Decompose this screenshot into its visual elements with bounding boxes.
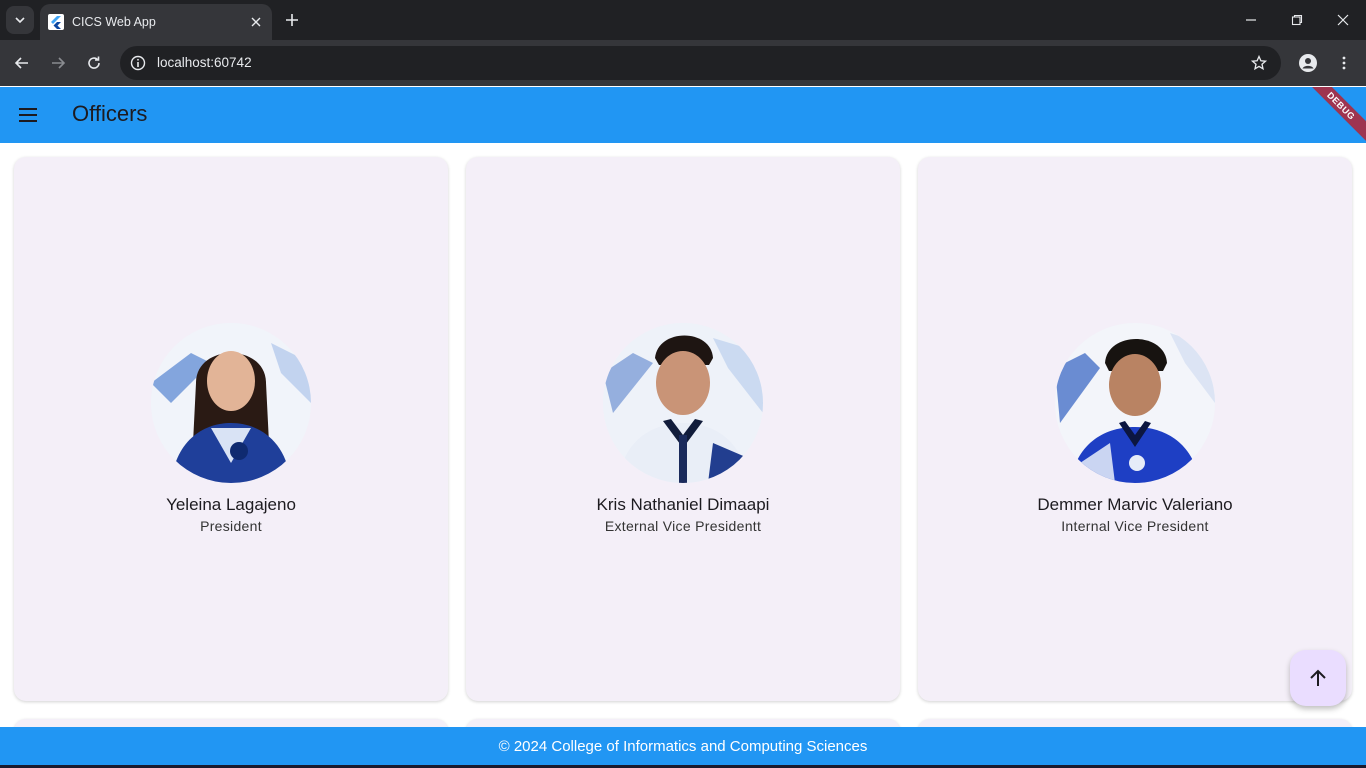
close-icon — [251, 17, 261, 27]
officer-name: Yeleina Lagajeno — [166, 495, 296, 514]
officer-card[interactable] — [918, 719, 1352, 727]
arrow-up-icon — [1310, 669, 1326, 686]
officer-photo-2 — [603, 323, 763, 483]
menu-button[interactable] — [12, 99, 44, 131]
menu-icon — [19, 108, 37, 122]
tab-search-button[interactable] — [6, 6, 34, 34]
officer-card[interactable]: Yeleina Lagajeno President — [14, 157, 448, 701]
arrow-left-icon — [14, 57, 28, 69]
page-title: Officers — [72, 101, 148, 126]
officer-photo-1 — [151, 323, 311, 483]
reload-button[interactable] — [80, 49, 108, 77]
scroll-to-top-button[interactable] — [1290, 650, 1346, 706]
officer-role: External Vice Presidentt — [604, 518, 762, 534]
new-tab-button[interactable] — [280, 8, 304, 32]
minimize-icon — [1246, 19, 1256, 21]
bookmark-button[interactable] — [1249, 53, 1269, 73]
officer-photo-3 — [1055, 323, 1215, 483]
avatar — [151, 323, 311, 483]
footer-text: © 2024 College of Informatics and Comput… — [498, 737, 868, 755]
app-bar: Officers DEBUG — [0, 87, 1366, 143]
avatar — [1055, 323, 1215, 483]
avatar — [603, 323, 763, 483]
forward-button[interactable] — [44, 49, 72, 77]
close-window-button[interactable] — [1320, 0, 1366, 40]
profile-button[interactable] — [1294, 49, 1322, 77]
officer-card[interactable] — [466, 719, 900, 727]
tab-close-button[interactable] — [244, 10, 268, 34]
arrow-right-icon — [52, 57, 66, 69]
officer-card[interactable]: Demmer Marvic Valeriano Internal Vice Pr… — [918, 157, 1352, 701]
profile-icon — [1299, 54, 1317, 72]
star-icon — [1251, 55, 1267, 71]
officer-card[interactable] — [14, 719, 448, 727]
minimize-button[interactable] — [1228, 0, 1274, 40]
officer-name: Kris Nathaniel Dimaapi — [596, 495, 770, 514]
officers-grid: Yeleina Lagajeno President Kris Nathanie… — [0, 143, 1366, 727]
url-text[interactable]: localhost:60742 — [157, 55, 252, 70]
more-vert-icon — [1342, 56, 1346, 70]
flutter-icon — [48, 14, 64, 30]
officer-name: Demmer Marvic Valeriano — [1037, 495, 1233, 514]
close-icon — [1337, 14, 1349, 26]
back-button[interactable] — [8, 49, 36, 77]
browser-tab[interactable]: CICS Web App — [40, 4, 272, 40]
browser-menu-button[interactable] — [1330, 49, 1358, 77]
footer: © 2024 College of Informatics and Comput… — [0, 727, 1366, 765]
info-icon — [130, 55, 146, 71]
address-bar[interactable]: localhost:60742 — [120, 46, 1281, 80]
debug-banner: DEBUG — [1297, 87, 1366, 143]
officer-card[interactable]: Kris Nathaniel Dimaapi External Vice Pre… — [466, 157, 900, 701]
browser-toolbar: localhost:60742 — [0, 40, 1366, 86]
tab-title: CICS Web App — [72, 15, 156, 29]
plus-icon — [286, 14, 298, 26]
browser-tab-strip: CICS Web App — [0, 0, 1366, 40]
restore-button[interactable] — [1274, 0, 1320, 40]
site-info-button[interactable] — [126, 51, 150, 75]
officer-role: President — [200, 518, 262, 534]
reload-icon — [88, 56, 100, 69]
officer-role: Internal Vice President — [1061, 518, 1209, 534]
chevron-down-icon — [15, 17, 25, 24]
restore-icon — [1291, 14, 1303, 26]
